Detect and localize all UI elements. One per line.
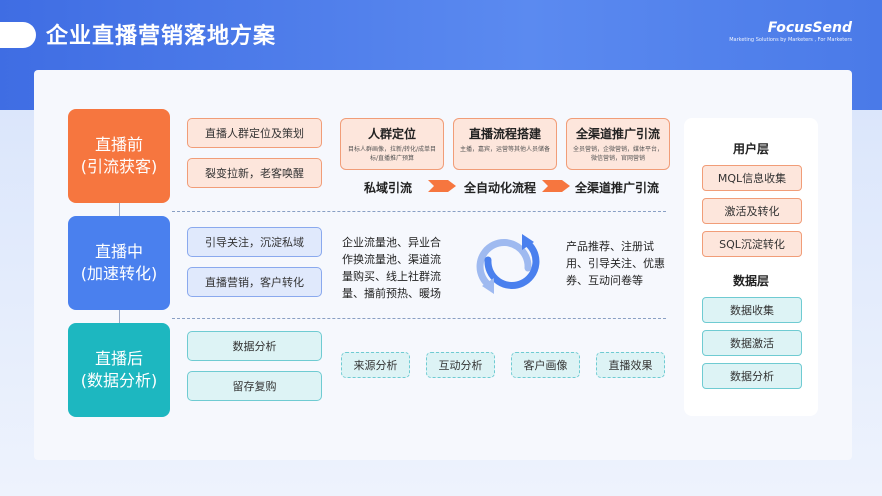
data-layer-item: 数据激活 (702, 330, 802, 356)
stage-pre-live: 直播前 (引流获客) (68, 109, 170, 203)
feature-title: 直播流程搭建 (468, 127, 541, 141)
user-layer-title: 用户层 (732, 142, 769, 156)
stage-subtitle: (引流获客) (80, 157, 158, 176)
sync-cycle-icon (476, 234, 540, 294)
during-item-conversion: 直播营销，客户转化 (187, 267, 322, 297)
feature-title: 人群定位 (367, 127, 416, 141)
stage-connector (119, 203, 120, 216)
feature-desc: 目标人群画像，拉新/转化/成单目标/直播推广预算 (347, 146, 437, 162)
logo-name: FocusSend (767, 20, 852, 36)
data-layer-item: 数据收集 (702, 297, 802, 323)
pre-item-targeting: 直播人群定位及策划 (187, 118, 322, 148)
stage-name: 直播后 (94, 349, 143, 368)
feature-desc: 全员营销，企微营销，媒体平台，微信营销，官网营销 (572, 146, 663, 162)
pre-item-fission: 裂变拉新，老客唤醒 (187, 158, 322, 188)
data-layer-item: 数据分析 (702, 363, 802, 389)
stage-connector (119, 310, 120, 323)
conversion-actions-text: 产品推荐、注册试用、引导关注、优惠券、互动问卷等 (566, 240, 665, 287)
stage-name: 直播中 (94, 242, 143, 261)
stage-subtitle: (加速转化) (80, 264, 158, 283)
tag-live-effect: 直播效果 (596, 352, 665, 378)
flow-arrow-icon (542, 180, 570, 192)
traffic-sources-text: 企业流量池、异业合作换流量池、渠道流量购买、线上社群流量、播前预热、暖场 (342, 236, 441, 300)
post-item-analysis: 数据分析 (187, 331, 322, 361)
stage-subtitle: (数据分析) (80, 371, 158, 390)
tag-source-analysis: 来源分析 (341, 352, 410, 378)
flow-arrow-icon (428, 180, 456, 192)
user-layer-item: SQL沉淀转化 (702, 231, 802, 257)
tag-customer-profile: 客户画像 (511, 352, 580, 378)
stage-during-live: 直播中 (加速转化) (68, 216, 170, 310)
section-divider (172, 211, 666, 212)
flow-step-omnichannel: 全渠道推广引流 (575, 181, 660, 195)
feature-audience-targeting: 人群定位 目标人群画像，拉新/转化/成单目标/直播推广预算 (340, 118, 444, 170)
feature-title: 全渠道推广引流 (575, 127, 660, 141)
section-divider (172, 318, 666, 319)
stage-name: 直播前 (94, 135, 143, 154)
user-layer-item: MQL信息收集 (702, 165, 802, 191)
user-layer-item: 激活及转化 (702, 198, 802, 224)
feature-desc: 主播，嘉宾，运营等其他人员储备 (459, 146, 550, 153)
post-item-retention: 留存复购 (187, 371, 322, 401)
title-decoration (0, 22, 36, 48)
layers-sidebar: 用户层 MQL信息收集 激活及转化 SQL沉淀转化 数据层 数据收集 数据激活 … (684, 118, 818, 416)
brand-logo: FocusSend Marketing Solutions by Markete… (729, 20, 852, 43)
during-item-follow: 引导关注，沉淀私域 (187, 227, 322, 257)
stage-post-live: 直播后 (数据分析) (68, 323, 170, 417)
feature-omnichannel: 全渠道推广引流 全员营销，企微营销，媒体平台，微信营销，官网营销 (566, 118, 670, 170)
feature-live-process: 直播流程搭建 主播，嘉宾，运营等其他人员储备 (453, 118, 557, 170)
flow-step-automation: 全自动化流程 (464, 181, 537, 195)
page-title: 企业直播营销落地方案 (46, 24, 277, 49)
data-layer-title: 数据层 (732, 274, 769, 288)
logo-tagline: Marketing Solutions by Marketers , For M… (729, 37, 852, 43)
tag-interaction-analysis: 互动分析 (426, 352, 495, 378)
flow-step-private: 私域引流 (364, 181, 413, 195)
